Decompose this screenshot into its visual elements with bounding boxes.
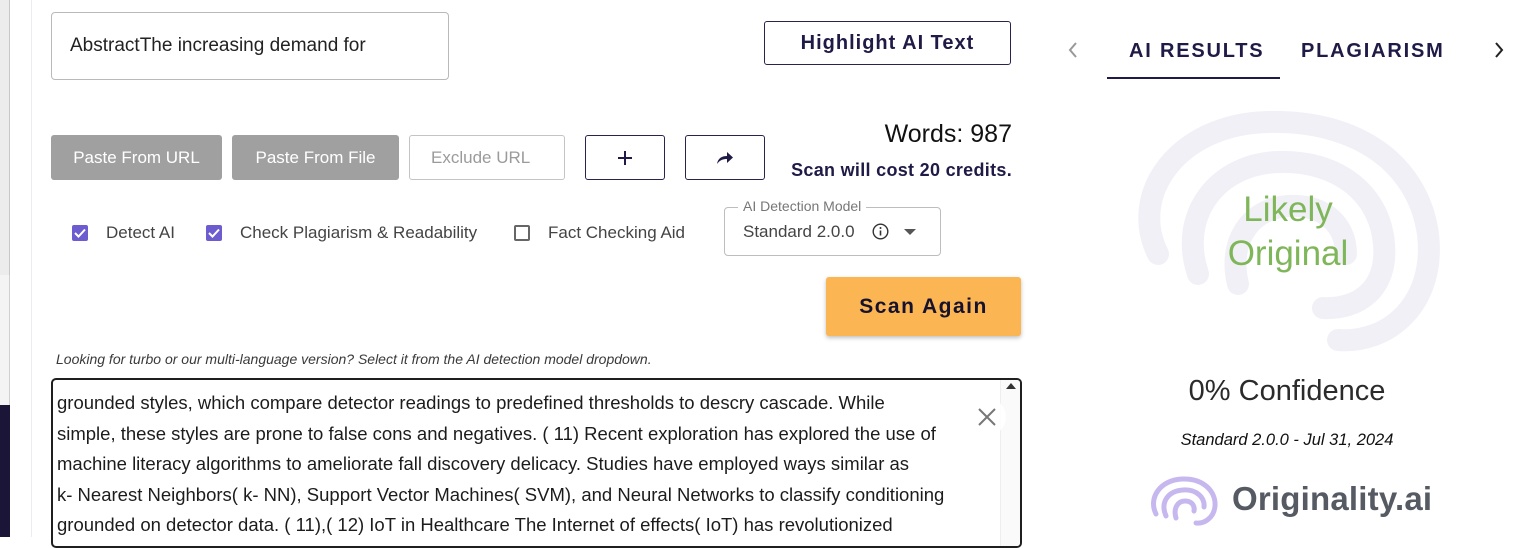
tab-plagiarism[interactable]: PLAGIARISM <box>1301 40 1445 63</box>
editor-content[interactable]: grounded styles, which compare detector … <box>57 388 1002 541</box>
title-input[interactable] <box>51 12 449 80</box>
detect-ai-label: Detect AI <box>106 223 175 242</box>
fact-checking-label: Fact Checking Aid <box>548 223 686 242</box>
chevron-right-icon[interactable] <box>1492 40 1506 60</box>
brand-name: Originality.ai <box>1232 480 1433 517</box>
originality-logo-icon <box>1151 476 1218 526</box>
plus-icon <box>618 150 632 165</box>
check-plagiarism-checkbox[interactable]: Check Plagiarism & Readability <box>206 220 477 246</box>
tab-ai-results[interactable]: AI RESULTS <box>1129 40 1264 63</box>
ai-detection-model-value: Standard 2.0.0 <box>743 222 855 241</box>
verdict-line: Original <box>1227 234 1349 273</box>
checkbox-unchecked-icon <box>514 225 530 241</box>
model-version-date: Standard 2.0.0 - Jul 31, 2024 <box>1180 431 1394 449</box>
verdict-line: Likely <box>1243 190 1333 229</box>
editor-line: simple, these styles are prone to false … <box>57 422 936 444</box>
fact-checking-checkbox[interactable]: Fact Checking Aid <box>514 220 685 246</box>
text-editor[interactable]: grounded styles, which compare detector … <box>51 378 1022 548</box>
verdict-text: Likely Original <box>1160 188 1416 276</box>
window-edge <box>0 0 10 275</box>
active-tab-indicator <box>1107 77 1280 79</box>
scan-cost: Scan will cost 20 credits. <box>791 160 1012 180</box>
word-count: Words: 987 <box>884 120 1012 148</box>
add-button[interactable] <box>585 135 665 180</box>
ai-detection-model-legend: AI Detection Model <box>738 198 867 214</box>
editor-scrollbar[interactable] <box>1000 380 1020 546</box>
editor-line: grounded styles, which compare detector … <box>57 392 885 413</box>
highlight-ai-text-button[interactable]: Highlight AI Text <box>764 21 1011 65</box>
share-arrow-icon <box>717 151 733 164</box>
chevron-down-icon[interactable] <box>903 228 917 236</box>
checkbox-checked-icon <box>206 225 222 241</box>
paste-from-url-button[interactable]: Paste From URL <box>51 135 222 180</box>
editor-line: k- Nearest Neighbors( k- NN), Support Ve… <box>57 483 945 505</box>
confidence-score: 0% Confidence <box>1188 375 1386 407</box>
info-icon[interactable] <box>872 223 889 240</box>
scroll-up-icon[interactable] <box>1006 383 1016 389</box>
chevron-left-icon[interactable] <box>1066 40 1080 60</box>
divider <box>31 0 32 537</box>
exclude-url-input[interactable] <box>409 135 565 180</box>
window-edge-lower <box>0 275 10 405</box>
editor-line: machine literacy algorithms to ameliorat… <box>57 453 910 474</box>
close-icon[interactable] <box>968 398 1006 436</box>
paste-from-file-button[interactable]: Paste From File <box>232 135 399 180</box>
editor-line: grounded on detector data. ( 11),( 12) I… <box>57 514 893 535</box>
checkbox-checked-icon <box>72 225 88 241</box>
scan-again-button[interactable]: Scan Again <box>826 277 1021 336</box>
check-plagiarism-label: Check Plagiarism & Readability <box>240 223 478 242</box>
detect-ai-checkbox[interactable]: Detect AI <box>72 220 175 246</box>
window-edge-dark <box>0 405 10 537</box>
model-hint-text: Looking for turbo or our multi-language … <box>56 351 652 367</box>
